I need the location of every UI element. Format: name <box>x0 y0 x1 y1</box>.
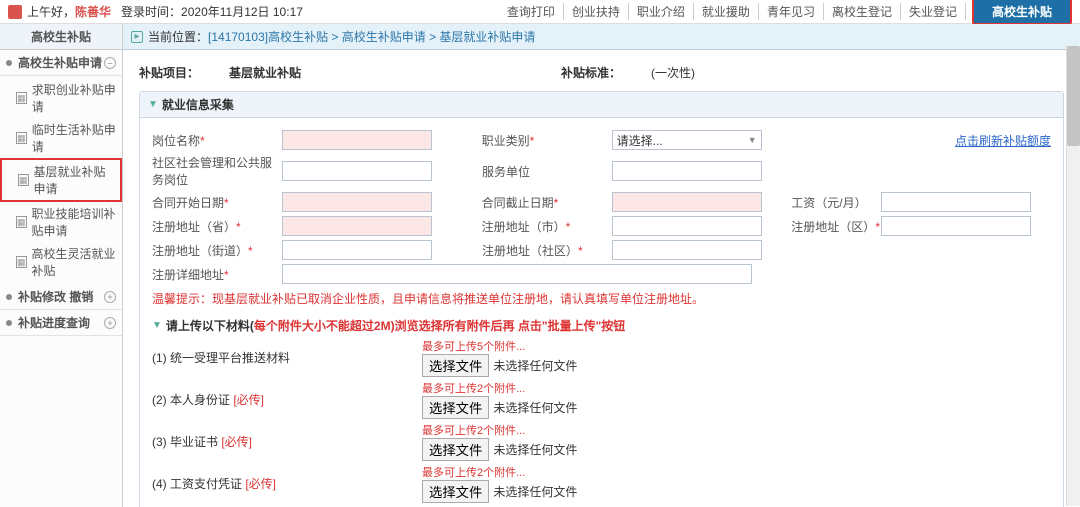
inp-post[interactable] <box>282 130 432 150</box>
lbl-comm: 社区社会管理和公共服务岗位 <box>152 154 282 188</box>
top-menu: 查询打印 创业扶持 职业介绍 就业援助 青年见习 离校生登记 失业登记 <box>499 3 966 20</box>
side-group-apply[interactable]: 高校生补贴申请– <box>0 50 122 76</box>
side-item-flexible[interactable]: ▦高校生灵活就业补贴 <box>0 242 122 282</box>
upload-limit: 最多可上传2个附件... <box>422 422 577 438</box>
login-time: 登录时间：2020年11月12日 10:17 <box>121 3 303 20</box>
standard-label: 补贴标准： <box>561 64 651 81</box>
upload-header: ▼请上传以下材料(每个附件大小不能超过2M)浏览选择所有附件后再 点击"批量上传… <box>152 317 1051 334</box>
lbl-addr-d: 注册地址（区）* <box>791 218 881 235</box>
inp-svc[interactable] <box>612 161 762 181</box>
upload-name: (4) 工资支付凭证 [必传] <box>152 475 422 492</box>
side-item-templife[interactable]: ▦临时生活补贴申请 <box>0 118 122 158</box>
menu-print[interactable]: 查询打印 <box>499 3 564 20</box>
no-file-text: 未选择任何文件 <box>493 483 577 500</box>
upload-name: (2) 本人身份证 [必传] <box>152 391 422 408</box>
inp-wage[interactable] <box>881 192 1031 212</box>
lbl-end: 合同截止日期* <box>482 194 612 211</box>
no-file-text: 未选择任何文件 <box>493 441 577 458</box>
project-label: 补贴项目： <box>139 64 229 81</box>
side-item-jobseek[interactable]: ▦求职创业补贴申请 <box>0 78 122 118</box>
inp-addr-d[interactable] <box>881 216 1031 236</box>
lbl-addr-s: 注册地址（街道）* <box>152 242 282 259</box>
menu-career[interactable]: 职业介绍 <box>629 3 694 20</box>
menu-unemp[interactable]: 失业登记 <box>901 3 966 20</box>
user-icon <box>8 5 22 19</box>
upload-name: (3) 毕业证书 [必传] <box>152 433 422 450</box>
lbl-addr-det: 注册详细地址* <box>152 266 282 283</box>
sel-category[interactable]: 请选择...▼ <box>612 130 762 150</box>
choose-file-button[interactable]: 选择文件 <box>422 354 489 377</box>
top-highlight-button[interactable]: 高校生补贴 <box>972 0 1072 25</box>
side-group-modify[interactable]: 补贴修改 撤销+ <box>0 284 122 310</box>
lbl-wage: 工资（元/月） <box>791 194 881 211</box>
menu-startup[interactable]: 创业扶持 <box>564 3 629 20</box>
inp-addr-p[interactable] <box>282 216 432 236</box>
lbl-addr-c: 注册地址（市）* <box>482 218 612 235</box>
side-item-training[interactable]: ▦职业技能培训补贴申请 <box>0 202 122 242</box>
link-refresh[interactable]: 点击刷新补贴额度 <box>955 132 1051 149</box>
upload-name: (1) 统一受理平台推送材料 <box>152 349 422 366</box>
lbl-addr-p: 注册地址（省）* <box>152 218 282 235</box>
choose-file-button[interactable]: 选择文件 <box>422 396 489 419</box>
section-header: ▼就业信息采集 <box>140 92 1063 118</box>
upload-row: (1) 统一受理平台推送材料最多可上传5个附件...选择文件未选择任何文件 <box>152 338 1051 377</box>
lbl-svc: 服务单位 <box>482 163 612 180</box>
breadcrumb: ▸ 当前位置：[14170103]高校生补贴 > 高校生补贴申请 > 基层就业补… <box>123 24 1080 50</box>
note-address: 温馨提示：现基层就业补贴已取消企业性质，且申请信息将推送单位注册地，请认真填写单… <box>152 290 1051 307</box>
upload-limit: 最多可上传2个附件... <box>422 380 577 396</box>
choose-file-button[interactable]: 选择文件 <box>422 480 489 503</box>
upload-limit: 最多可上传2个附件... <box>422 464 577 480</box>
inp-addr-det[interactable] <box>282 264 752 284</box>
lbl-cat: 职业类别* <box>482 132 612 149</box>
standard-value: (一次性) <box>651 64 695 81</box>
side-item-grassroots[interactable]: ▦基层就业补贴申请 <box>0 158 122 202</box>
choose-file-button[interactable]: 选择文件 <box>422 438 489 461</box>
side-group-progress[interactable]: 补贴进度查询+ <box>0 310 122 336</box>
no-file-text: 未选择任何文件 <box>493 399 577 416</box>
inp-addr-c[interactable] <box>612 216 762 236</box>
upload-row: (3) 毕业证书 [必传]最多可上传2个附件...选择文件未选择任何文件 <box>152 422 1051 461</box>
upload-row: (4) 工资支付凭证 [必传]最多可上传2个附件...选择文件未选择任何文件 <box>152 464 1051 503</box>
crumb-icon: ▸ <box>131 31 143 43</box>
menu-grad[interactable]: 离校生登记 <box>824 3 901 20</box>
sidebar: 高校生补贴 高校生补贴申请– ▦求职创业补贴申请 ▦临时生活补贴申请 ▦基层就业… <box>0 24 123 507</box>
inp-addr-s[interactable] <box>282 240 432 260</box>
greeting: 上午好，陈善华 <box>27 3 111 20</box>
sidebar-title: 高校生补贴 <box>0 24 122 50</box>
upload-limit: 最多可上传5个附件... <box>422 338 577 354</box>
lbl-start: 合同开始日期* <box>152 194 282 211</box>
scrollbar[interactable] <box>1066 46 1080 506</box>
scrollbar-thumb[interactable] <box>1067 46 1080 146</box>
menu-aid[interactable]: 就业援助 <box>694 3 759 20</box>
project-value: 基层就业补贴 <box>229 64 301 81</box>
inp-addr-q[interactable] <box>612 240 762 260</box>
inp-start[interactable] <box>282 192 432 212</box>
upload-row: (2) 本人身份证 [必传]最多可上传2个附件...选择文件未选择任何文件 <box>152 380 1051 419</box>
lbl-post: 岗位名称* <box>152 132 282 149</box>
no-file-text: 未选择任何文件 <box>493 357 577 374</box>
inp-end[interactable] <box>612 192 762 212</box>
lbl-addr-q: 注册地址（社区）* <box>482 242 612 259</box>
inp-comm[interactable] <box>282 161 432 181</box>
menu-youth[interactable]: 青年见习 <box>759 3 824 20</box>
